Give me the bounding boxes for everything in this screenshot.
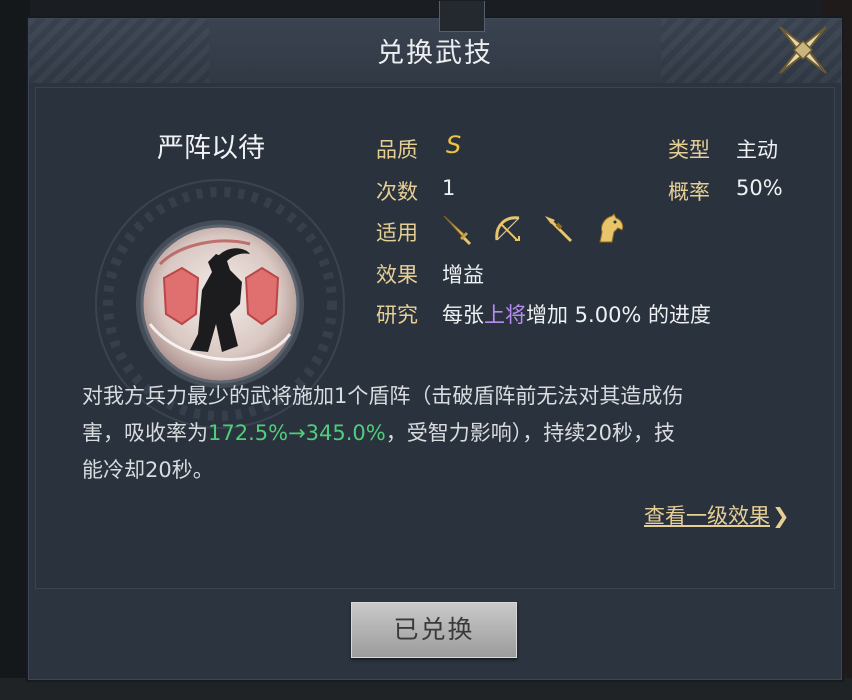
effect-label: 效果 (376, 263, 418, 287)
research-value: 每张上将增加 5.00% 的进度 (442, 299, 711, 329)
sword-icon (443, 215, 472, 246)
bow-icon (494, 216, 520, 241)
skill-description: 对我方兵力最少的武将施加1个盾阵（击破盾阵前无法对其造成伤 害，吸收率为172.… (82, 378, 802, 489)
type-label: 类型 (668, 138, 710, 162)
skill-name: 严阵以待 (157, 133, 265, 164)
effect-value: 增益 (442, 263, 484, 287)
description-line-3: 能冷却20秒。 (82, 458, 214, 482)
redeemed-button[interactable]: 已兑换 (351, 602, 517, 658)
description-line-2: 害，吸收率为172.5%→345.0%，受智力影响），持续20秒，技 (82, 415, 802, 452)
count-value: 1 (442, 176, 456, 200)
type-value: 主动 (736, 138, 778, 162)
count-label: 次数 (376, 180, 418, 204)
view-level1-effect-link[interactable]: 查看一级效果❯ (644, 500, 790, 530)
redeem-skill-dialog: 兑换武技 严阵以待 品质 S 类型 主动 次数 1 概率 50% 适用 效果 增… (28, 1, 842, 680)
top-emblem (439, 1, 485, 32)
research-highlight: 上将 (484, 303, 526, 327)
rate-value: 50% (736, 176, 783, 200)
background-left (0, 0, 30, 700)
absorb-rate-value: 172.5%→345.0% (208, 421, 386, 445)
applicable-label: 适用 (376, 221, 418, 245)
applicable-icons (440, 212, 636, 246)
research-suffix: 增加 5.00% 的进度 (526, 303, 712, 327)
skill-panel: 严阵以待 品质 S 类型 主动 次数 1 概率 50% 适用 效果 增益 研究 … (35, 87, 835, 589)
chevron-right-icon: ❯ (772, 504, 790, 528)
effect-row: 效果 增益 (376, 259, 484, 289)
close-x-icon (779, 26, 827, 74)
description-line-1: 对我方兵力最少的武将施加1个盾阵（击破盾阵前无法对其造成伤 (82, 384, 684, 408)
rate-row: 概率 50% (668, 176, 783, 206)
view-level1-label: 查看一级效果 (644, 504, 770, 528)
quality-row: 品质 S (376, 131, 461, 164)
spear-icon (545, 216, 573, 243)
description-line-2-suffix: ，受智力影响），持续20秒，技 (385, 421, 675, 445)
quality-label: 品质 (376, 138, 418, 162)
research-label: 研究 (376, 303, 418, 327)
dialog-header: 兑换武技 (29, 19, 841, 83)
rate-label: 概率 (668, 180, 710, 204)
horse-icon (599, 213, 624, 243)
quality-value: S (446, 131, 462, 159)
count-row: 次数 1 (376, 176, 455, 206)
type-row: 类型 主动 (668, 134, 778, 164)
research-row: 研究 每张上将增加 5.00% 的进度 (376, 299, 711, 329)
dialog-title: 兑换武技 (377, 38, 493, 69)
close-button[interactable] (774, 21, 832, 79)
description-line-2-prefix: 害，吸收率为 (82, 421, 208, 445)
background-bottom (0, 678, 852, 700)
research-prefix: 每张 (442, 303, 484, 327)
applicable-row: 适用 (376, 213, 624, 247)
